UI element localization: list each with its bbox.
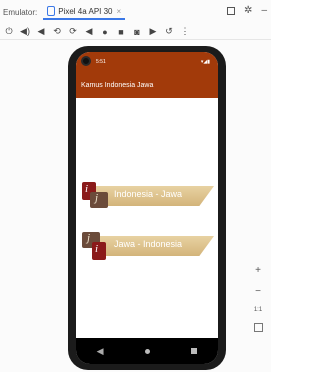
zoom-in-icon[interactable]: +: [255, 265, 261, 276]
status-bar: 5:51 ▾◢▮: [76, 52, 218, 72]
status-time: 5:51: [96, 59, 106, 65]
zoom-out-icon[interactable]: −: [255, 286, 261, 297]
button-label: Jawa - Indonesia: [114, 239, 183, 249]
camera-icon[interactable]: ◙: [132, 27, 142, 37]
device-tab-title: Pixel 4a API 30: [58, 6, 113, 16]
phone-screen: 5:51 ▾◢▮ Kamus Indonesia Jawa i j Indone…: [76, 52, 218, 364]
nav-recent-icon[interactable]: [191, 348, 198, 354]
emulator-window: Emulator: Pixel 4a API 30 × ✲ – ⏻ ◀) ◀ ⟲…: [0, 0, 271, 372]
power-icon[interactable]: ⏻: [4, 26, 14, 37]
tab-close-icon[interactable]: ×: [117, 7, 122, 16]
phone-frame: 5:51 ▾◢▮ Kamus Indonesia Jawa i j Indone…: [68, 46, 226, 370]
zoom-controls: + − 1:1: [251, 265, 265, 332]
window-buttons: ✲ –: [227, 5, 267, 16]
stop-icon[interactable]: ■: [116, 27, 126, 37]
jawa-indonesia-button[interactable]: j i Jawa - Indonesia: [82, 232, 216, 260]
rotate-right-icon[interactable]: ⟳: [68, 26, 78, 37]
button-label: Indonesia - Jawa: [114, 189, 183, 199]
navigation-bar: ◀: [76, 338, 218, 364]
more-icon[interactable]: ⋮: [180, 26, 190, 37]
app-bar: Kamus Indonesia Jawa: [76, 72, 218, 98]
home-icon[interactable]: ●: [100, 27, 110, 37]
ratio-button[interactable]: 1:1: [254, 307, 262, 313]
rotate-left-icon[interactable]: ⟲: [52, 26, 62, 37]
minimize-icon[interactable]: –: [261, 5, 267, 16]
device-tab[interactable]: Pixel 4a API 30 ×: [43, 4, 126, 20]
book-i-icon: i: [92, 242, 106, 260]
indonesia-jawa-button[interactable]: i j Indonesia - Jawa: [82, 182, 216, 208]
device-icon: [47, 6, 56, 16]
settings-gear-icon[interactable]: ✲: [244, 5, 252, 16]
status-icons: ▾◢▮: [200, 59, 210, 65]
emulator-toolbar: ⏻ ◀) ◀ ⟲ ⟳ ◀ ● ■ ◙ ▶ ↺ ⋮: [0, 24, 271, 40]
volume-down-icon[interactable]: ◀: [36, 26, 46, 37]
fit-screen-icon[interactable]: [253, 323, 263, 332]
restore-icon[interactable]: [227, 7, 236, 15]
undo-icon[interactable]: ↺: [164, 26, 174, 37]
nav-home-icon[interactable]: [144, 348, 150, 354]
main-content: i j Indonesia - Jawa j i Jawa - Indonesi…: [76, 98, 218, 338]
emulator-label: Emulator:: [3, 7, 38, 17]
book-j-icon: j: [90, 192, 108, 208]
emulator-header: Emulator: Pixel 4a API 30 × ✲ –: [0, 0, 271, 24]
app-title: Kamus Indonesia Jawa: [81, 81, 154, 89]
volume-up-icon[interactable]: ◀): [20, 26, 30, 37]
video-icon[interactable]: ▶: [148, 26, 158, 37]
camera-hole-icon: [81, 56, 91, 66]
nav-back-icon[interactable]: ◀: [97, 346, 104, 357]
back-icon[interactable]: ◀: [84, 26, 94, 37]
